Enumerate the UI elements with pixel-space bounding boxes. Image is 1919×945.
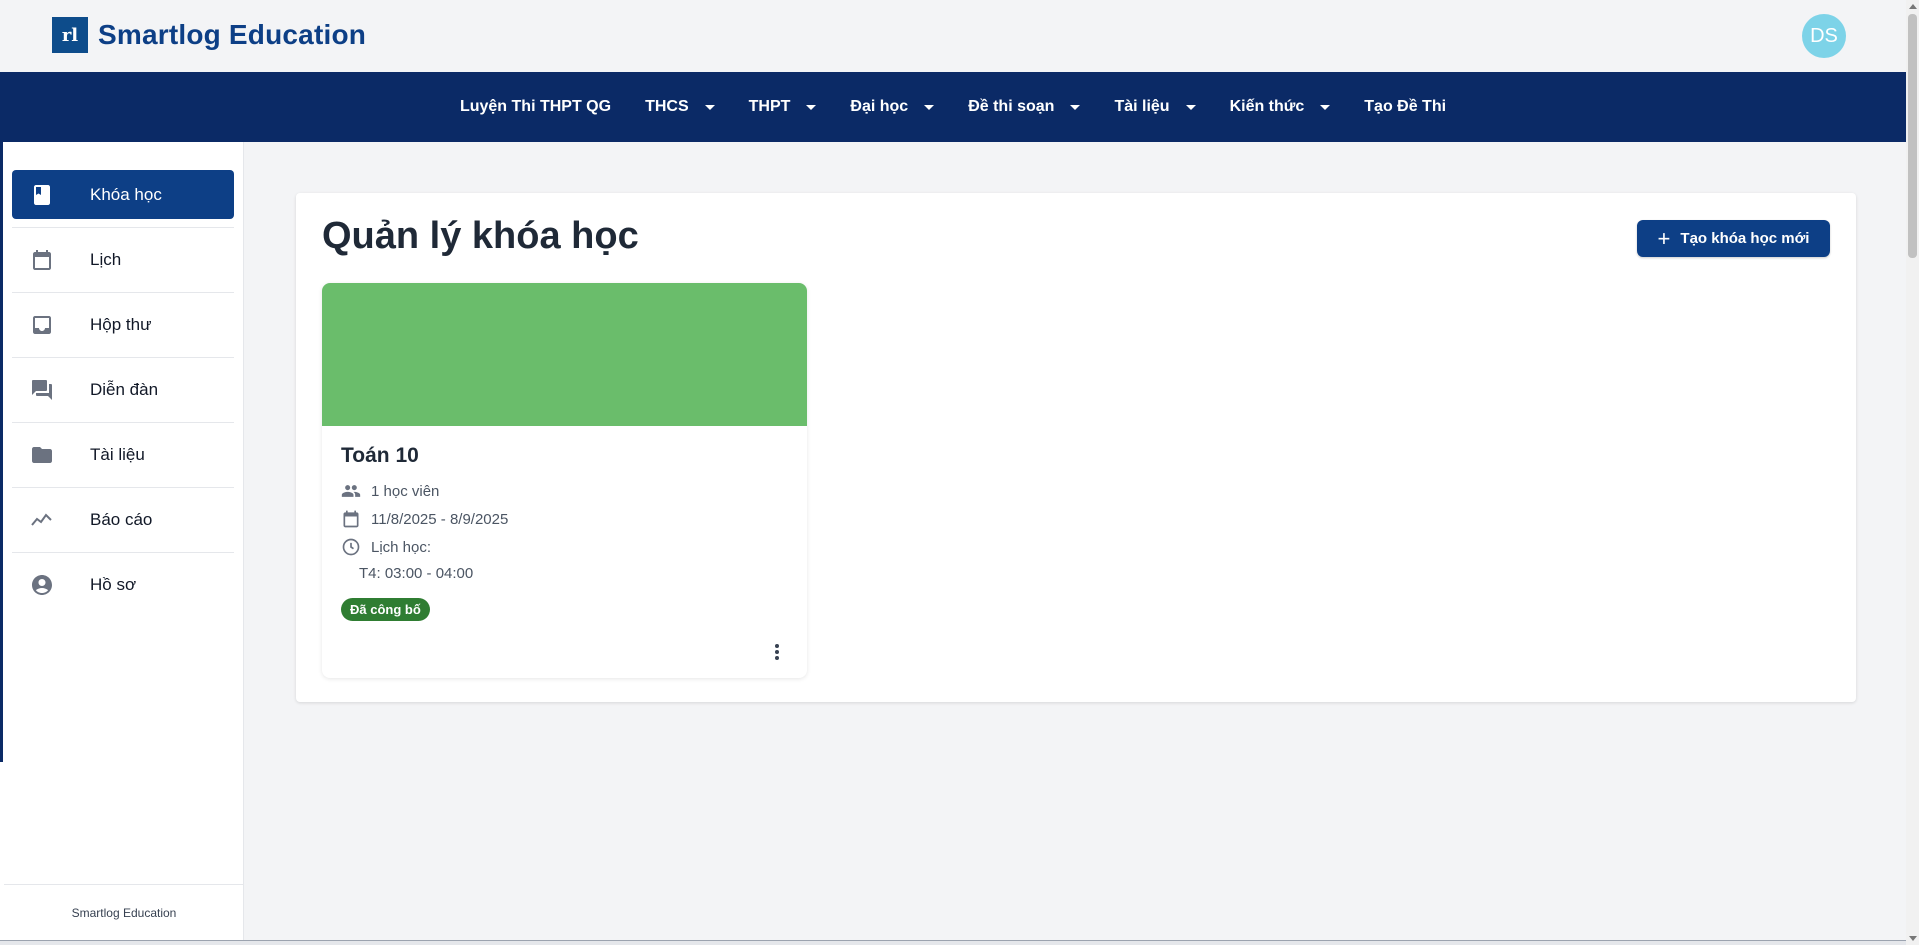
sidebar-item-ho-so[interactable]: Hồ sơ: [12, 552, 234, 617]
create-course-button[interactable]: + Tạo khóa học mới: [1637, 220, 1830, 257]
nav-dai-hoc[interactable]: Đại học: [833, 98, 951, 116]
calendar-icon: [343, 510, 359, 528]
nav-label: THPT: [748, 98, 791, 115]
sidebar-item-label: Diễn đàn: [90, 380, 159, 399]
caret-down-icon: [704, 104, 715, 110]
status-badge: Đã công bố: [341, 598, 430, 621]
nav-label: Đề thi soạn: [968, 98, 1055, 115]
folder-icon: [32, 447, 52, 463]
page-title: Quản lý khóa học: [322, 215, 639, 257]
caret-down-icon: [1320, 104, 1331, 110]
students-text: 1 học viên: [371, 482, 440, 500]
nav-tai-lieu[interactable]: Tài liệu: [1097, 98, 1212, 116]
sidebar-item-khoa-hoc[interactable]: Khóa học: [12, 170, 234, 219]
user-avatar[interactable]: DS: [1802, 14, 1846, 58]
course-dates: 11/8/2025 - 8/9/2025: [341, 509, 508, 529]
window-bottom-edge: [0, 940, 1906, 945]
course-card[interactable]: Toán 10 1 học viên 11/8/2025 - 8/9/2025 …: [322, 283, 807, 678]
main-nav: Luyện Thi THPT QG THCS THPT Đại học Đề t…: [0, 72, 1906, 142]
nav-thcs[interactable]: THCS: [628, 98, 732, 116]
sidebar-item-label: Hồ sơ: [90, 575, 137, 594]
sidebar-item-label: Báo cáo: [90, 510, 153, 529]
sidebar-item-bao-cao[interactable]: Báo cáo: [12, 487, 234, 552]
calendar-icon: [33, 250, 51, 270]
sidebar-item-label: Hộp thư: [90, 315, 152, 334]
sidebar-item-label: Lịch: [90, 250, 122, 269]
caret-down-icon: [924, 104, 935, 110]
sidebar-footer: Smartlog Education: [4, 884, 244, 940]
book-icon: [34, 184, 50, 205]
nav-label: Kiến thức: [1229, 98, 1305, 115]
header: rl Smartlog Education DS: [0, 0, 1906, 72]
clock-icon: [342, 538, 360, 556]
caret-down-icon: [806, 104, 817, 110]
logo[interactable]: rl Smartlog Education: [52, 17, 366, 53]
forum-icon: [32, 380, 52, 400]
nav-tao-de-thi[interactable]: Tạo Đề Thi: [1347, 98, 1463, 116]
plus-icon: +: [1657, 225, 1671, 251]
account-circle-icon: [32, 575, 52, 595]
scrollbar-thumb[interactable]: [1908, 14, 1917, 258]
course-management-panel: Quản lý khóa học + Tạo khóa học mới Toán…: [296, 193, 1856, 702]
course-title: Toán 10: [341, 444, 419, 467]
sidebar-item-label: Tài liệu: [90, 445, 145, 464]
course-cover: [322, 283, 807, 426]
nav-label: Đại học: [850, 98, 909, 115]
date-range-text: 11/8/2025 - 8/9/2025: [371, 510, 509, 528]
scroll-up-icon[interactable]: [1909, 4, 1917, 9]
nav-luyen-thi[interactable]: Luyện Thi THPT QG: [443, 98, 628, 116]
brand-name: Smartlog Education: [98, 19, 367, 50]
schedule-time: T4: 03:00 - 04:00: [359, 565, 474, 582]
sidebar-item-dien-dan[interactable]: Diễn đàn: [12, 357, 234, 422]
nav-de-thi-soan[interactable]: Đề thi soạn: [951, 98, 1097, 116]
caret-down-icon: [1185, 104, 1196, 110]
nav-label: THCS: [645, 98, 689, 115]
schedule-label: Lịch học:: [371, 538, 432, 556]
caret-down-icon: [1070, 104, 1081, 110]
page-scrollbar[interactable]: [1906, 0, 1919, 945]
nav-label: Tài liệu: [1114, 98, 1170, 115]
scroll-down-icon[interactable]: [1909, 936, 1917, 941]
course-students: 1 học viên: [341, 481, 439, 501]
sidebar-item-tai-lieu[interactable]: Tài liệu: [12, 422, 234, 487]
nav-thpt[interactable]: THPT: [732, 98, 834, 116]
nav-label: Luyện Thi THPT QG: [459, 98, 612, 115]
inbox-icon: [33, 316, 51, 334]
sidebar-item-hop-thu[interactable]: Hộp thư: [12, 292, 234, 357]
people-icon: [341, 485, 361, 497]
more-options-icon[interactable]: [765, 640, 789, 664]
sidebar: Khóa học Lịch Hộp thư Diễn đàn Tài liệu …: [0, 142, 244, 940]
nav-kien-thuc[interactable]: Kiến thức: [1213, 98, 1348, 116]
create-course-label: Tạo khóa học mới: [1680, 230, 1810, 247]
sidebar-item-lich[interactable]: Lịch: [12, 227, 234, 292]
logo-mark-icon: rl: [52, 17, 88, 53]
nav-label: Tạo Đề Thi: [1364, 98, 1447, 115]
trending-icon: [31, 513, 52, 526]
sidebar-item-label: Khóa học: [90, 184, 162, 204]
course-schedule: Lịch học:: [341, 537, 431, 557]
